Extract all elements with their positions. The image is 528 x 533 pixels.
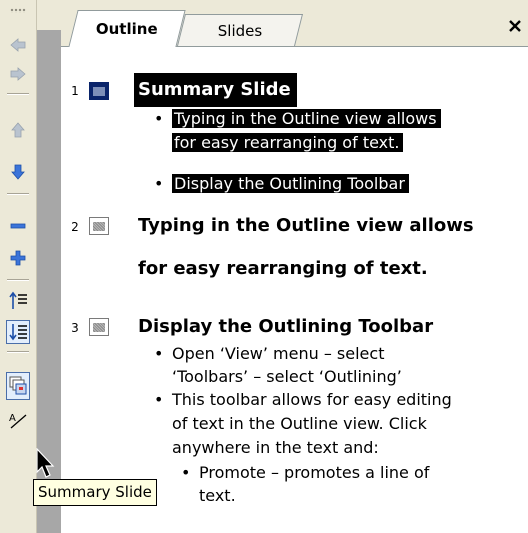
slide-number: 1 [71,84,79,98]
sub-bullet-item[interactable]: • Promote – promotes a line of [181,462,429,484]
svg-text:A: A [9,413,16,424]
bullet-item-continued[interactable]: ‘Toolbars’ – select ‘Outlining’ [172,366,402,388]
slide-icon[interactable] [89,82,109,100]
tab-slides-label: Slides [217,21,263,40]
bullet-item[interactable]: • Display the Outlining Toolbar [154,173,409,195]
bullet-item-continued[interactable]: for easy rearranging of text. [172,132,404,154]
promote-left-icon[interactable] [6,33,30,57]
tab-outline[interactable]: Outline [68,10,186,47]
slide-title[interactable]: Typing in the Outline view allows [138,209,474,243]
outline-pane: Slides Outline 1 Summary Slide • Typing … [61,0,528,533]
slide-icon[interactable] [89,318,109,336]
bullet-item-continued[interactable]: of text in the Outline view. Click [172,413,427,435]
slide-title[interactable]: Display the Outlining Toolbar [138,310,433,344]
bullet-item-continued[interactable]: anywhere in the text and: [172,437,379,459]
demote-right-icon[interactable] [6,62,30,86]
toolbar-grip[interactable] [10,8,26,13]
slide-number: 3 [71,321,79,335]
outlining-toolbar: A [0,0,37,533]
close-icon [509,20,521,32]
slide-number: 2 [71,220,79,234]
expand-icon[interactable] [6,246,30,270]
show-formatting-icon[interactable]: A [6,408,30,432]
sub-bullet-item-continued[interactable]: text. [199,485,236,507]
close-button[interactable] [505,16,525,36]
move-up-icon[interactable] [6,118,30,142]
tab-slides[interactable]: Slides [177,14,303,46]
collapse-all-icon[interactable] [6,288,30,312]
bullet-item[interactable]: • Typing in the Outline view allows [154,108,441,130]
outline-content: 1 Summary Slide • Typing in the Outline … [61,47,528,533]
expand-all-icon[interactable] [6,320,30,344]
summary-slide-icon[interactable] [6,372,30,400]
mouse-cursor-icon [36,448,55,478]
collapse-icon[interactable] [6,214,30,238]
move-down-icon[interactable] [6,160,30,184]
slide-title[interactable]: Summary Slide [134,73,297,107]
bullet-item[interactable]: • Open ‘View’ menu – select [154,343,384,365]
bullet-item[interactable]: • This toolbar allows for easy editing [154,389,452,411]
slide-icon[interactable] [89,217,109,235]
tooltip: Summary Slide [33,479,157,506]
slide-title-continued[interactable]: for easy rearranging of text. [138,252,428,286]
tab-bar: Slides Outline [61,0,528,47]
tab-outline-label: Outline [96,20,158,38]
